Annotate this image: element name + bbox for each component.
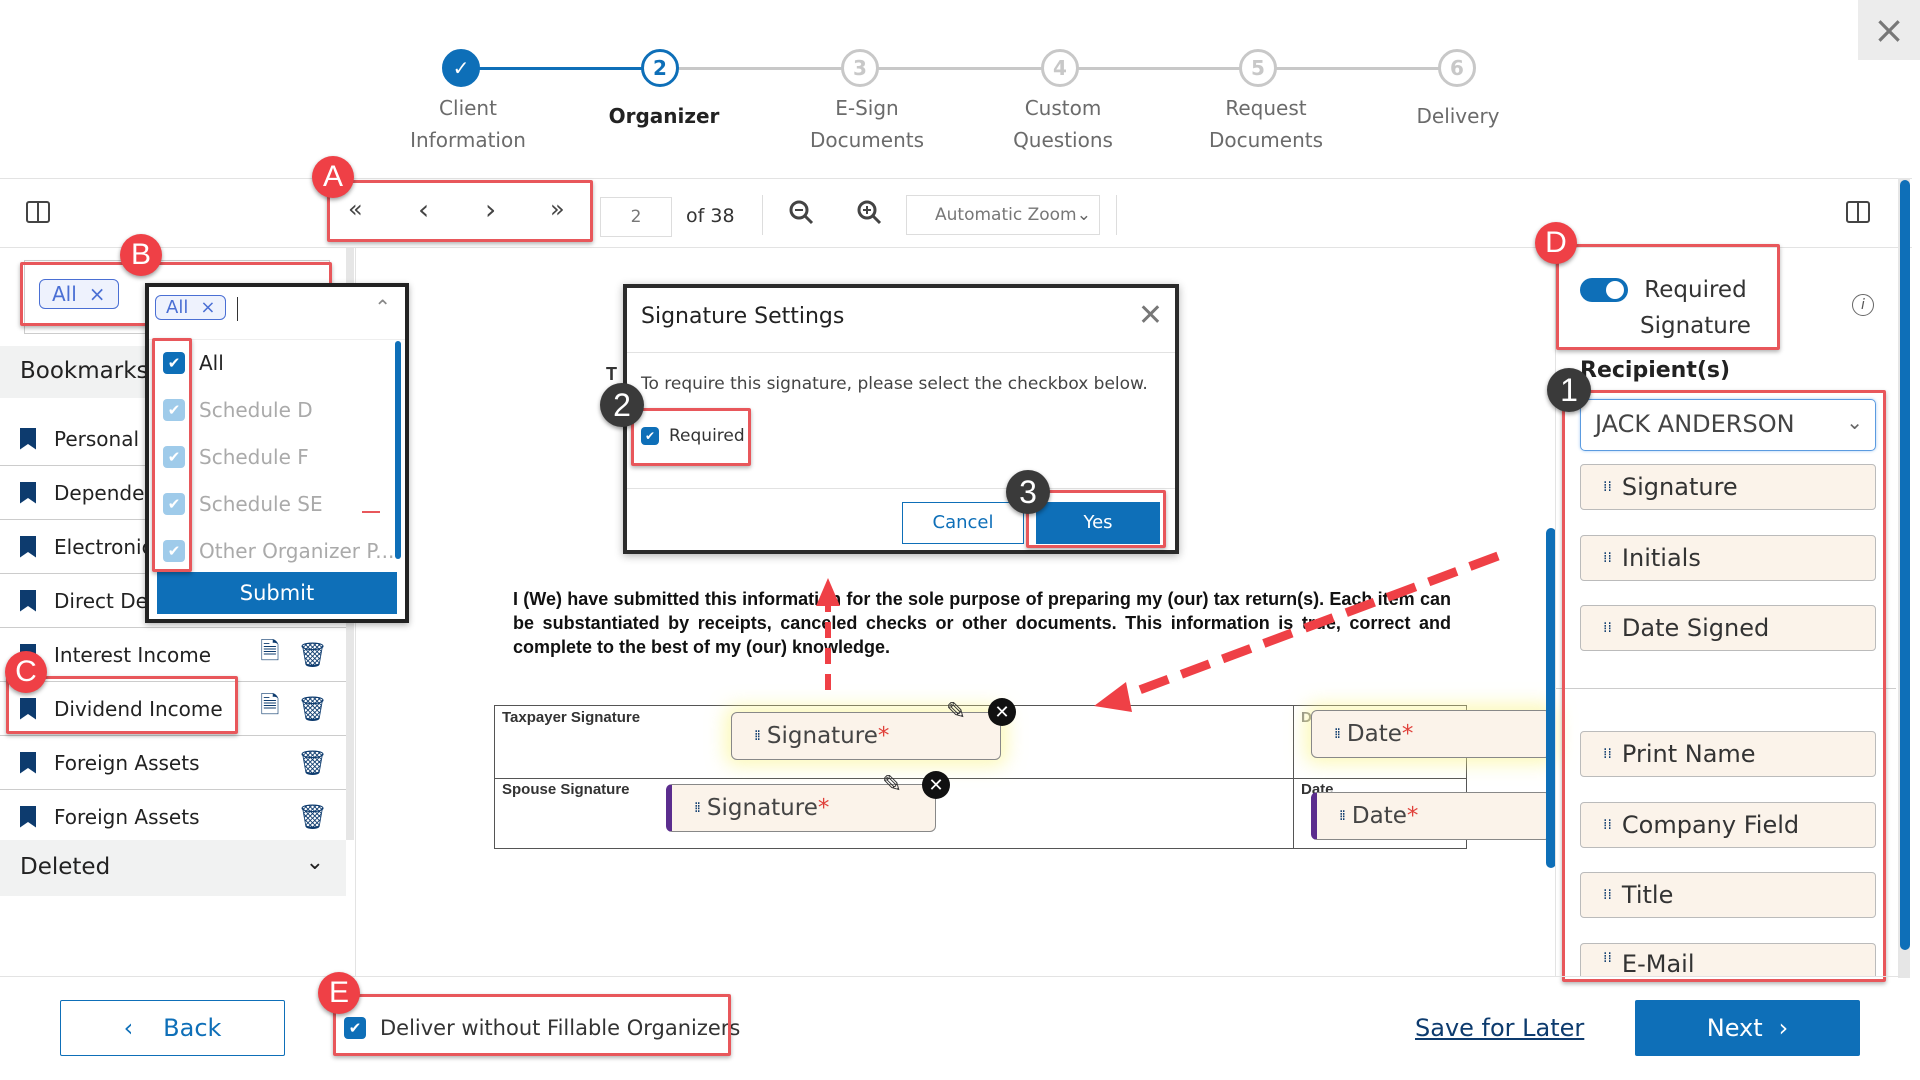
recipients-label: Recipient(s) <box>1580 358 1731 383</box>
divider <box>0 976 1900 977</box>
annotation-box-fields <box>1562 390 1886 982</box>
arrow-diagonal-dashed <box>1116 551 1500 703</box>
annotation-badge-e: E <box>318 972 360 1014</box>
chevron-right-icon: › <box>1778 1014 1789 1042</box>
annotation-badge-d: D <box>1535 222 1577 264</box>
footer-bar: ‹ Back ✔ Deliver without Fillable Organi… <box>0 976 1920 1080</box>
annotation-box-e <box>333 994 731 1056</box>
page-scrollbar[interactable] <box>1900 180 1910 950</box>
arrowhead <box>816 578 840 606</box>
save-for-later-link[interactable]: Save for Later <box>1415 1014 1584 1042</box>
annotation-box-d <box>1556 244 1780 350</box>
chevron-left-icon: ‹ <box>123 1014 134 1042</box>
annotation-step-1: 1 <box>1547 368 1591 412</box>
arrowhead <box>1094 682 1132 712</box>
info-icon[interactable]: i <box>1852 294 1874 316</box>
back-button[interactable]: ‹ Back <box>60 1000 285 1056</box>
next-label: Next <box>1706 1014 1763 1042</box>
next-button[interactable]: Next › <box>1635 1000 1860 1056</box>
back-label: Back <box>163 1014 222 1042</box>
